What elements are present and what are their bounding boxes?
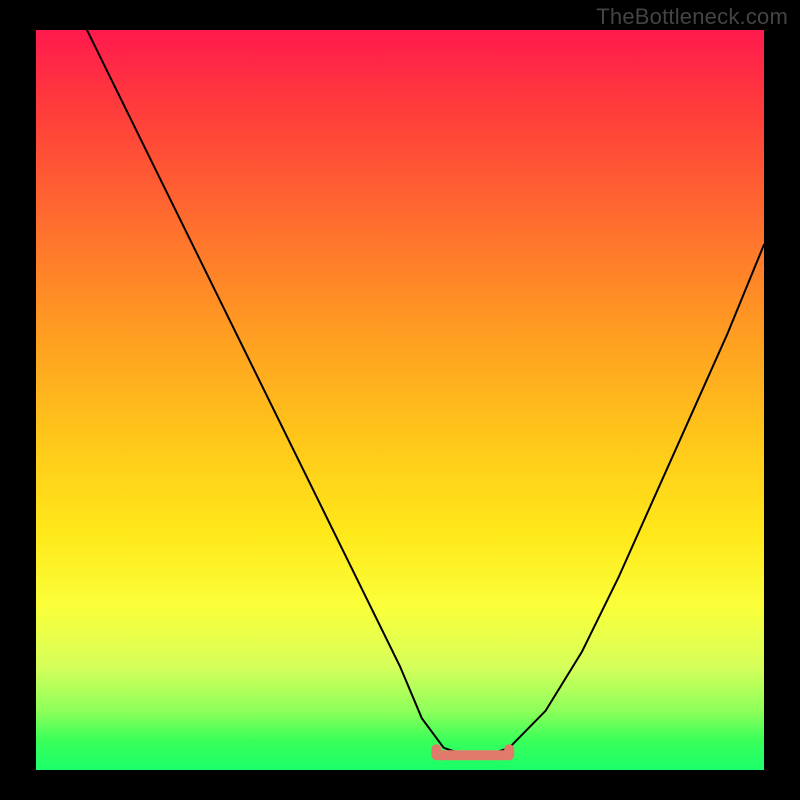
watermark-text: TheBottleneck.com bbox=[596, 4, 788, 30]
plot-area bbox=[36, 30, 764, 770]
curve-path bbox=[87, 30, 764, 755]
chart-frame: TheBottleneck.com bbox=[0, 0, 800, 800]
bottleneck-curve bbox=[36, 30, 764, 770]
flat-minimum-marker bbox=[436, 749, 509, 755]
